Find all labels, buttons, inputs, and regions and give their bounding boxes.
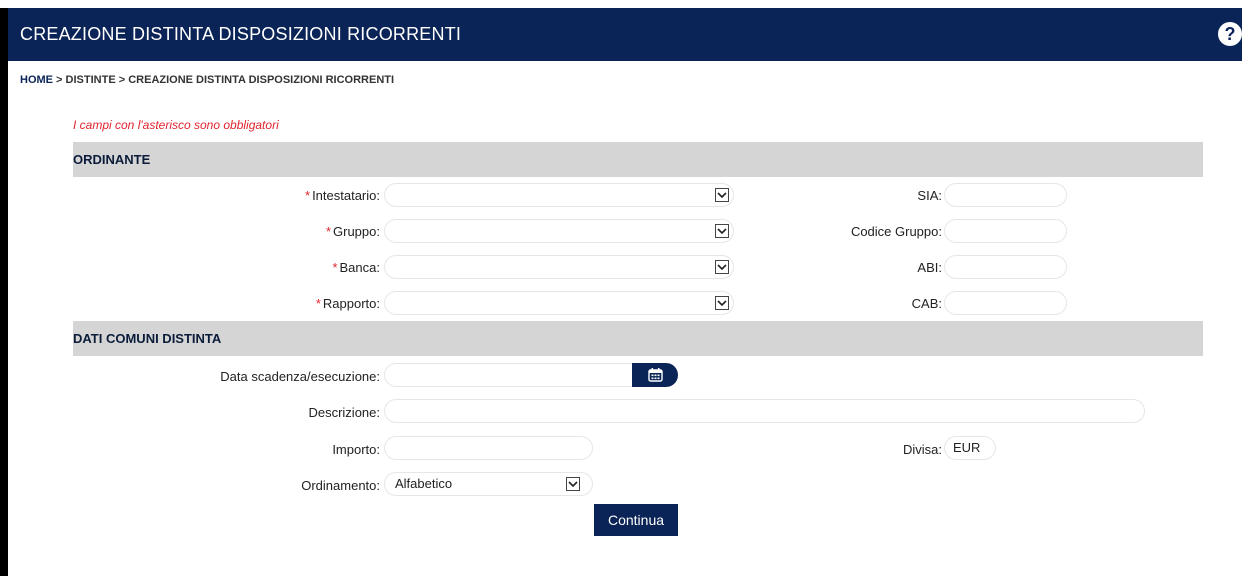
- section-dati-comuni: DATI COMUNI DISTINTA: [73, 321, 1203, 356]
- breadcrumb-current: CREAZIONE DISTINTA DISPOSIZIONI RICORREN…: [128, 74, 395, 86]
- chevron-down-icon[interactable]: [715, 296, 729, 310]
- ordinamento-value: Alfabetico: [395, 476, 453, 491]
- importo-label: Importo:: [332, 442, 380, 457]
- breadcrumb-distinte[interactable]: DISTINTE: [66, 74, 116, 86]
- rapporto-select[interactable]: [384, 291, 734, 315]
- chevron-down-icon[interactable]: [715, 260, 729, 274]
- descrizione-label: Descrizione:: [308, 405, 380, 420]
- ordinamento-select[interactable]: Alfabetico: [384, 472, 593, 496]
- breadcrumb-separator: >: [115, 74, 129, 86]
- breadcrumb: HOME > DISTINTE > CREAZIONE DISTINTA DIS…: [20, 74, 394, 86]
- required-fields-note: I campi con l'asterisco sono obbligatori: [73, 118, 279, 132]
- descrizione-field[interactable]: [384, 399, 1145, 423]
- chevron-down-icon[interactable]: [566, 477, 580, 491]
- abi-field[interactable]: [944, 255, 1067, 279]
- gruppo-select[interactable]: [384, 219, 734, 243]
- section-ordinante-title: ORDINANTE: [73, 152, 151, 167]
- ordinamento-label: Ordinamento:: [301, 478, 380, 493]
- page-title: CREAZIONE DISTINTA DISPOSIZIONI RICORREN…: [20, 24, 462, 44]
- gruppo-label: * Gruppo:: [325, 224, 380, 239]
- continua-button[interactable]: Continua: [594, 504, 678, 536]
- calendar-button[interactable]: [632, 363, 678, 387]
- rapporto-label: * Rapporto:: [315, 296, 380, 311]
- data-scadenza-field[interactable]: [384, 363, 636, 387]
- page-header: CREAZIONE DISTINTA DISPOSIZIONI RICORREN…: [8, 8, 1242, 61]
- data-scadenza-label: Data scadenza/esecuzione:: [220, 369, 380, 384]
- codice-gruppo-label: Codice Gruppo:: [850, 224, 942, 239]
- chevron-down-icon[interactable]: [715, 188, 729, 202]
- cab-label: CAB:: [911, 296, 942, 311]
- banca-label: * Banca:: [332, 260, 380, 275]
- importo-field[interactable]: [384, 436, 593, 460]
- intestatario-select[interactable]: [384, 183, 734, 207]
- breadcrumb-home[interactable]: HOME: [20, 74, 53, 86]
- banca-select[interactable]: [384, 255, 734, 279]
- intestatario-label: * Intestatario:: [305, 188, 380, 203]
- cab-field[interactable]: [944, 291, 1067, 315]
- codice-gruppo-field[interactable]: [944, 219, 1067, 243]
- section-ordinante: ORDINANTE: [73, 142, 1203, 177]
- divisa-label: Divisa:: [902, 442, 942, 457]
- divisa-value: EUR: [953, 440, 981, 455]
- divisa-field[interactable]: EUR: [944, 436, 996, 460]
- calendar-icon: [647, 368, 663, 382]
- sia-label: SIA:: [917, 188, 942, 203]
- window-top-edge: [0, 0, 1242, 8]
- section-dati-comuni-title: DATI COMUNI DISTINTA: [73, 331, 222, 346]
- window-left-border: [0, 8, 8, 576]
- help-icon[interactable]: ?: [1218, 22, 1242, 46]
- chevron-down-icon[interactable]: [715, 224, 729, 238]
- breadcrumb-separator: >: [53, 74, 66, 86]
- abi-label: ABI:: [917, 260, 942, 275]
- sia-field[interactable]: [944, 183, 1067, 207]
